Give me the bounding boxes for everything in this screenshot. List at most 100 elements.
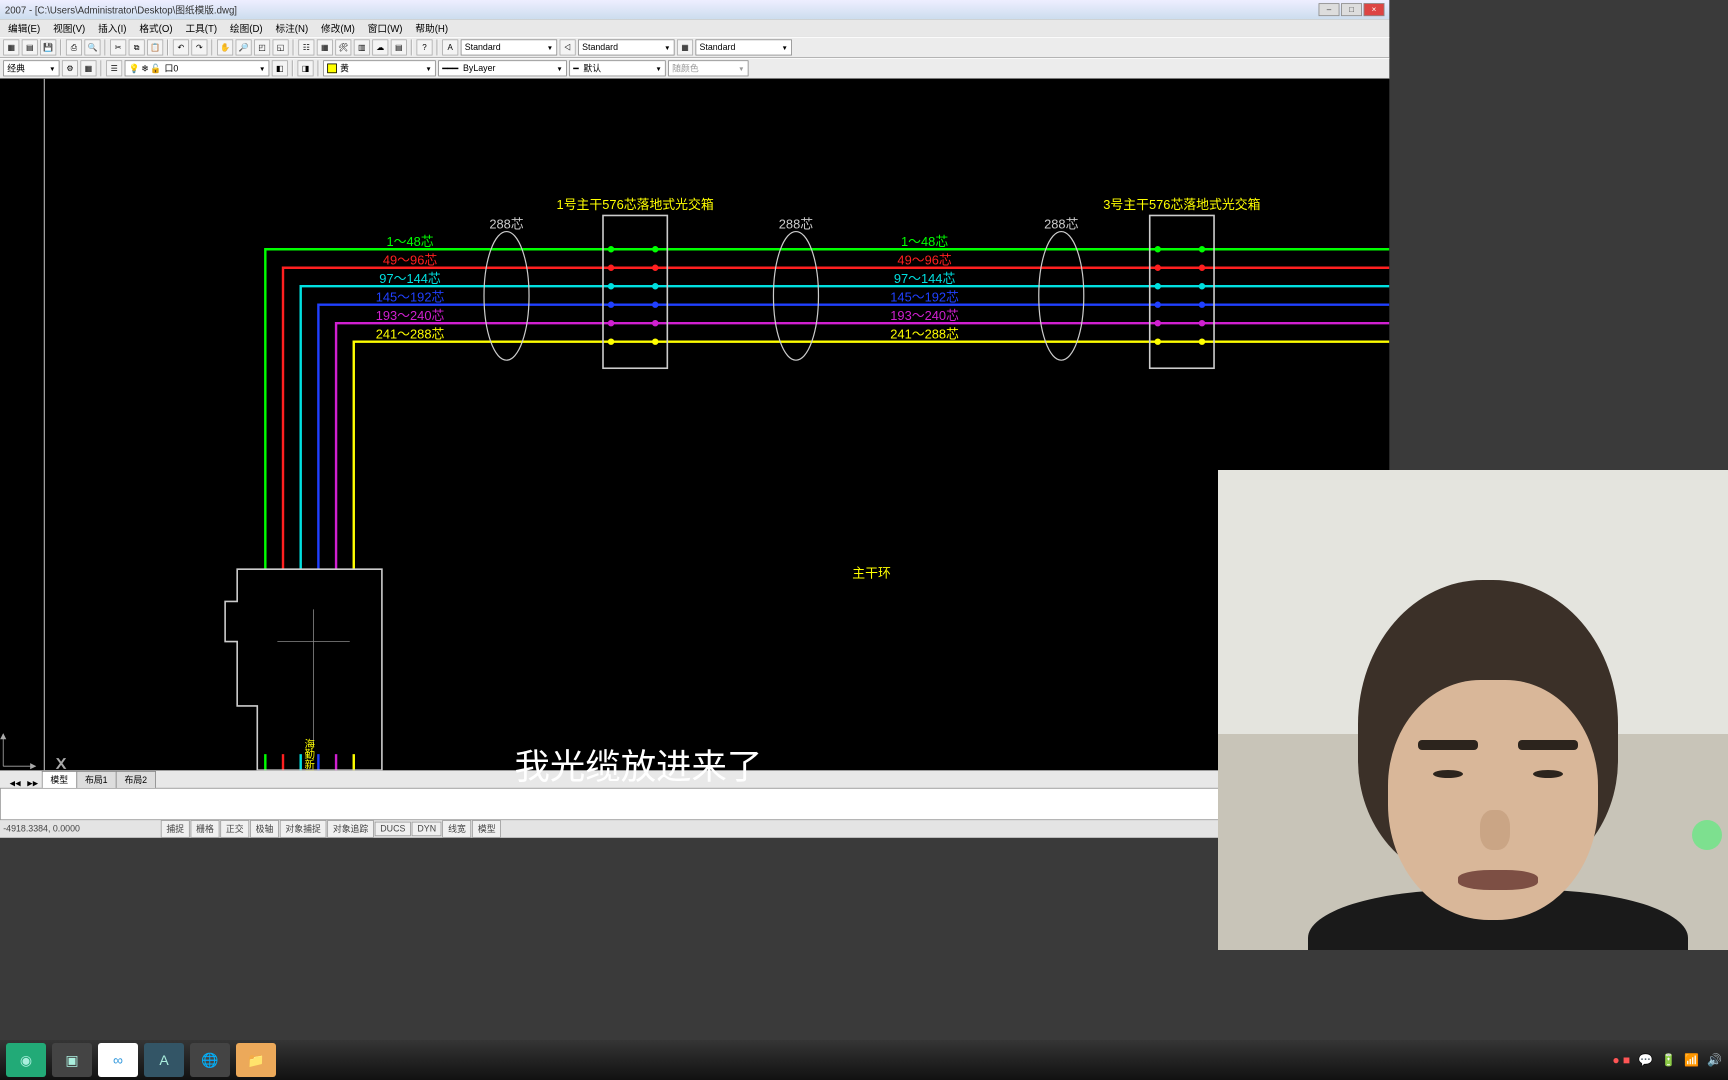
status-bar: -4918.3384, 0.0000 捕捉 栅格 正交 极轴 对象捕捉 对象追踪… xyxy=(0,820,1389,838)
wifi-icon[interactable]: 📶 xyxy=(1684,1053,1699,1067)
open-icon[interactable]: ▤ xyxy=(22,39,38,55)
copy-icon[interactable]: ⧉ xyxy=(129,39,145,55)
svg-text:145～192芯: 145～192芯 xyxy=(376,290,445,305)
linetype-combo[interactable]: ━━━ByLayer▼ xyxy=(438,60,567,76)
menu-format[interactable]: 格式(O) xyxy=(135,20,178,37)
ortho-toggle[interactable]: 正交 xyxy=(220,820,249,838)
svg-text:193～240芯: 193～240芯 xyxy=(376,308,445,323)
props-icon[interactable]: ☷ xyxy=(298,39,314,55)
textstyle-icon[interactable]: A xyxy=(442,39,458,55)
svg-text:49～96芯: 49～96芯 xyxy=(897,253,951,268)
battery-icon[interactable]: 🔋 xyxy=(1661,1053,1676,1067)
svg-text:241～288芯: 241～288芯 xyxy=(376,326,445,341)
toolbar-layers: 经典▼ ⚙ ▦ ☰ 💡❄🔓 口0▼ ◧ ◨ 黄▼ ━━━ByLayer▼ ━默认… xyxy=(0,58,1389,79)
menu-edit[interactable]: 编辑(E) xyxy=(3,20,45,37)
help-icon[interactable]: ? xyxy=(416,39,432,55)
workspace-combo[interactable]: 经典▼ xyxy=(3,60,59,76)
grid-toggle[interactable]: 栅格 xyxy=(191,820,220,838)
menu-window[interactable]: 窗口(W) xyxy=(363,20,407,37)
recorder-icon[interactable]: ▣ xyxy=(52,1043,92,1077)
start-icon[interactable]: ◉ xyxy=(6,1043,46,1077)
label-trunk: 主干环 xyxy=(852,565,891,580)
ducs-toggle[interactable]: DUCS xyxy=(375,822,411,836)
label-box1: 1号主干576芯落地式光交箱 xyxy=(557,197,714,212)
svg-text:X: X xyxy=(56,757,66,771)
tab-prev-icon[interactable]: ◀◀ xyxy=(6,779,24,788)
menu-insert[interactable]: 插入(I) xyxy=(93,20,131,37)
tab-model[interactable]: 模型 xyxy=(42,771,77,788)
baidu-icon[interactable]: ∞ xyxy=(98,1043,138,1077)
menu-help[interactable]: 帮助(H) xyxy=(411,20,453,37)
menu-tools[interactable]: 工具(T) xyxy=(181,20,222,37)
paste-icon[interactable]: 📋 xyxy=(147,39,163,55)
layeriso-icon[interactable]: ◧ xyxy=(272,60,288,76)
minimize-button[interactable]: – xyxy=(1319,3,1340,16)
label-288-2: 288芯 xyxy=(779,216,813,231)
layerprops-icon[interactable]: ☰ xyxy=(106,60,122,76)
svg-text:1～48芯: 1～48芯 xyxy=(901,234,948,249)
cut-icon[interactable]: ✂ xyxy=(110,39,126,55)
folder-icon[interactable]: 📁 xyxy=(236,1043,276,1077)
tab-layout1[interactable]: 布局1 xyxy=(76,771,116,788)
ws-save-icon[interactable]: ▦ xyxy=(80,60,96,76)
menu-view[interactable]: 视图(V) xyxy=(48,20,90,37)
svg-text:1～48芯: 1～48芯 xyxy=(386,234,433,249)
svg-text:97～144芯: 97～144芯 xyxy=(379,271,441,286)
textstyle-combo[interactable]: Standard▼ xyxy=(461,39,557,55)
command-line[interactable] xyxy=(0,788,1389,820)
new-icon[interactable]: ▦ xyxy=(3,39,19,55)
snap-toggle[interactable]: 捕捉 xyxy=(161,820,190,838)
tab-next-icon[interactable]: ▶▶ xyxy=(24,779,42,788)
menu-dim[interactable]: 标注(N) xyxy=(271,20,313,37)
plotstyle-combo[interactable]: 随颜色▼ xyxy=(668,60,748,76)
layer-combo[interactable]: 💡❄🔓 口0▼ xyxy=(125,60,270,76)
redo-icon[interactable]: ↷ xyxy=(191,39,207,55)
osnap-toggle[interactable]: 对象捕捉 xyxy=(280,820,327,838)
lwt-toggle[interactable]: 线宽 xyxy=(443,820,472,838)
label-288-3: 288芯 xyxy=(1044,216,1078,231)
pan-icon[interactable]: ✋ xyxy=(217,39,233,55)
menu-draw[interactable]: 绘图(D) xyxy=(225,20,267,37)
zoom-icon[interactable]: 🔎 xyxy=(236,39,252,55)
tool-icon[interactable]: 🛠 xyxy=(335,39,351,55)
color-combo[interactable]: 黄▼ xyxy=(323,60,436,76)
app-title: 2007 - [C:\Users\Administrator\Desktop\图… xyxy=(5,3,237,17)
tablestyle-combo[interactable]: Standard▼ xyxy=(695,39,791,55)
dc-icon[interactable]: ▦ xyxy=(317,39,333,55)
otrack-toggle[interactable]: 对象追踪 xyxy=(327,820,374,838)
polar-toggle[interactable]: 极轴 xyxy=(250,820,279,838)
webcam-overlay xyxy=(1218,470,1728,950)
undo-icon[interactable]: ↶ xyxy=(173,39,189,55)
coord-readout: -4918.3384, 0.0000 xyxy=(0,824,161,834)
calc-icon[interactable]: ▤ xyxy=(391,39,407,55)
menu-bar: 编辑(E) 视图(V) 插入(I) 格式(O) 工具(T) 绘图(D) 标注(N… xyxy=(0,19,1389,37)
chat-icon[interactable]: 💬 xyxy=(1638,1053,1653,1067)
dyn-toggle[interactable]: DYN xyxy=(412,822,442,836)
label-288-1: 288芯 xyxy=(489,216,523,231)
system-tray: ● ■ 💬 🔋 📶 🔊 xyxy=(1612,1053,1722,1067)
preview-icon[interactable]: 🔍 xyxy=(84,39,100,55)
save-icon[interactable]: 💾 xyxy=(40,39,56,55)
close-button[interactable]: × xyxy=(1364,3,1385,16)
sheet-icon[interactable]: ▥ xyxy=(354,39,370,55)
dimstyle-combo[interactable]: Standard▼ xyxy=(578,39,674,55)
layerstate-icon[interactable]: ◨ xyxy=(297,60,313,76)
dimstyle-icon[interactable]: ⨞ xyxy=(560,39,576,55)
earth-icon[interactable]: 🌐 xyxy=(190,1043,230,1077)
zoomwin-icon[interactable]: ◰ xyxy=(254,39,270,55)
drawing-canvas[interactable]: X xyxy=(0,79,1389,770)
volume-icon[interactable]: 🔊 xyxy=(1707,1053,1722,1067)
tablestyle-icon[interactable]: ▦ xyxy=(677,39,693,55)
autocad-icon[interactable]: A xyxy=(144,1043,184,1077)
print-icon[interactable]: ⎙ xyxy=(66,39,82,55)
ws-settings-icon[interactable]: ⚙ xyxy=(62,60,78,76)
markup-icon[interactable]: ☁ xyxy=(372,39,388,55)
model-toggle[interactable]: 模型 xyxy=(472,820,501,838)
zoomprev-icon[interactable]: ◱ xyxy=(273,39,289,55)
maximize-button[interactable]: □ xyxy=(1341,3,1362,16)
stream-badge-icon xyxy=(1692,820,1722,850)
tab-layout2[interactable]: 布局2 xyxy=(116,771,156,788)
menu-modify[interactable]: 修改(M) xyxy=(316,20,359,37)
rec-icon[interactable]: ● ■ xyxy=(1612,1053,1630,1067)
lineweight-combo[interactable]: ━默认▼ xyxy=(569,60,665,76)
